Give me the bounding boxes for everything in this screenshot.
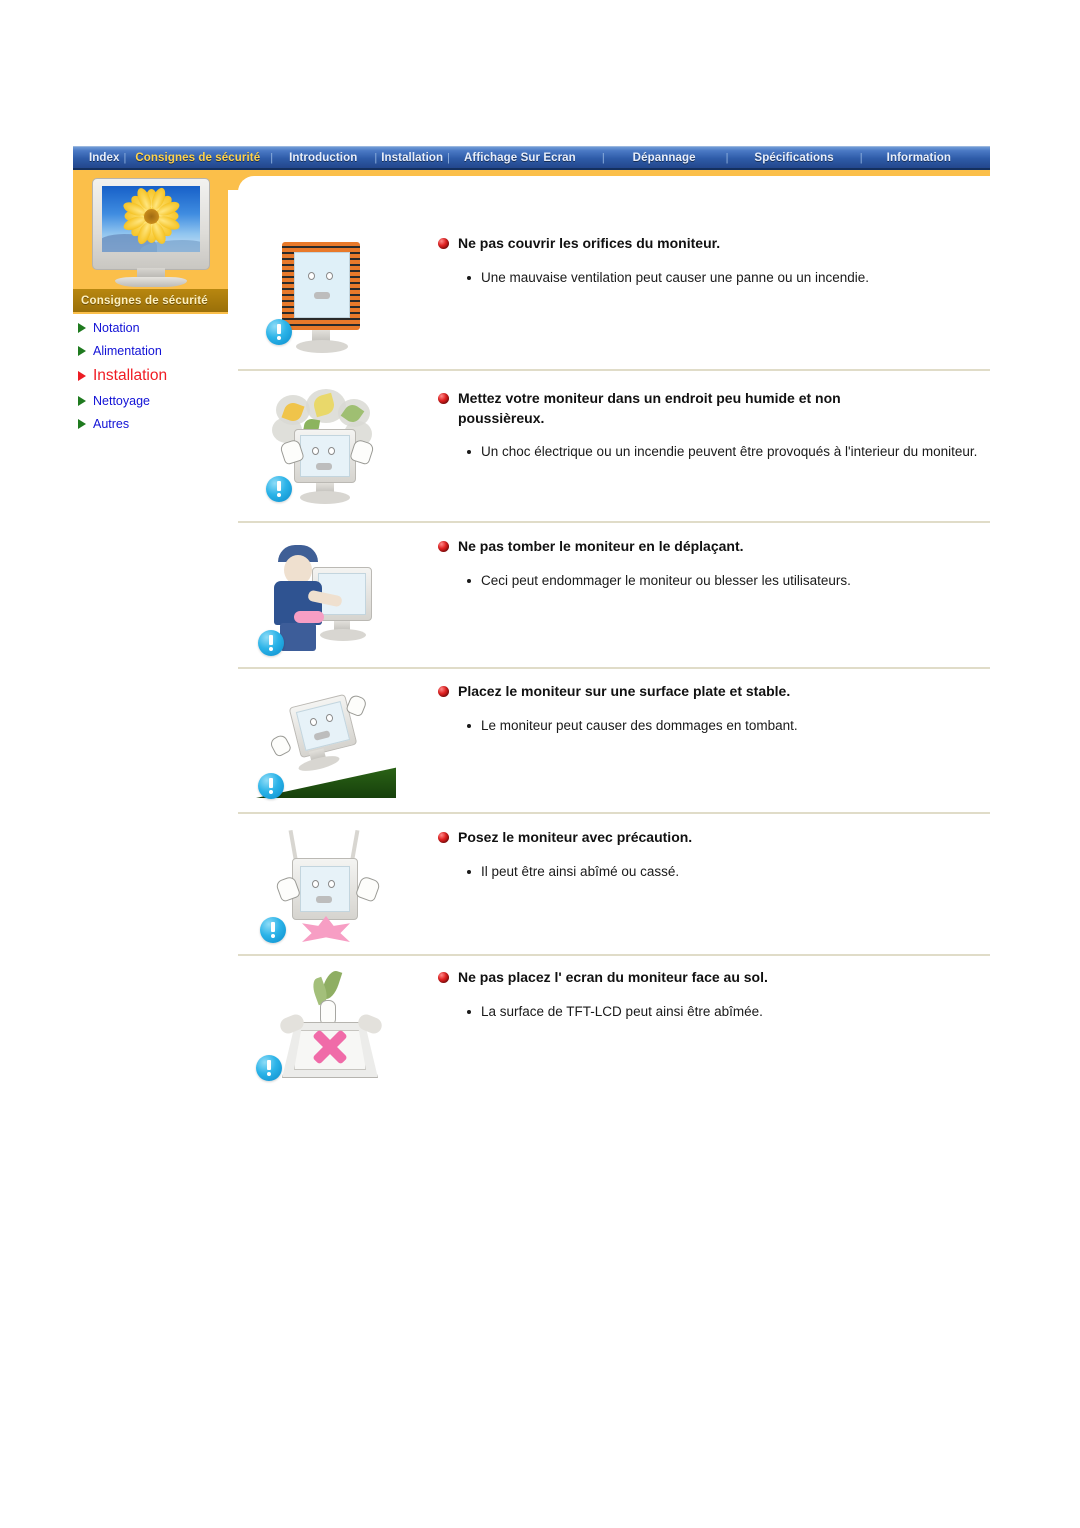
sidebar-monitor-thumbnail bbox=[84, 178, 218, 288]
triangle-bullet-icon bbox=[78, 322, 86, 333]
safety-section: Posez le moniteur avec précaution. Il pe… bbox=[238, 828, 990, 958]
red-ball-bullet-icon bbox=[438, 393, 449, 404]
nav-separator: | bbox=[859, 151, 863, 164]
section-divider bbox=[238, 954, 990, 956]
monitor-base bbox=[115, 277, 187, 287]
section-heading: Ne pas couvrir les orifices du moniteur. bbox=[438, 234, 986, 254]
nav-separator: | bbox=[270, 151, 274, 164]
section-heading: Ne pas placez l' ecran du moniteur face … bbox=[438, 968, 986, 988]
section-bullet: Une mauvaise ventilation peut causer une… bbox=[438, 268, 986, 288]
section-bullet: Ceci peut endommager le moniteur ou bles… bbox=[438, 571, 986, 591]
safety-section: Ne pas placez l' ecran du moniteur face … bbox=[238, 968, 990, 1098]
sidebar-item-label: Notation bbox=[93, 320, 140, 335]
triangle-bullet-icon bbox=[78, 395, 86, 406]
warning-exclamation-icon bbox=[260, 917, 286, 943]
section-divider bbox=[238, 369, 990, 371]
warning-exclamation-icon bbox=[256, 1055, 282, 1081]
triangle-bullet-icon bbox=[78, 418, 86, 429]
monitor-face-down-x-icon bbox=[248, 968, 408, 1093]
dot-bullet-icon bbox=[467, 869, 471, 874]
warning-exclamation-icon bbox=[266, 319, 292, 345]
monitor-with-vents-icon bbox=[248, 234, 408, 359]
dusty-monitor-icon bbox=[248, 389, 408, 514]
sunflower-icon bbox=[121, 186, 181, 247]
dot-bullet-icon bbox=[467, 275, 471, 280]
red-ball-bullet-icon bbox=[438, 238, 449, 249]
nav-item-installation[interactable]: Installation bbox=[379, 152, 445, 164]
section-body: Posez le moniteur avec précaution. Il pe… bbox=[438, 828, 986, 881]
red-ball-bullet-icon bbox=[438, 686, 449, 697]
sidebar-item-label: Alimentation bbox=[93, 343, 162, 358]
warning-exclamation-icon bbox=[266, 476, 292, 502]
sidebar-item-label: Autres bbox=[93, 416, 130, 431]
section-heading: Mettez votre moniteur dans un endroit pe… bbox=[438, 389, 986, 428]
monitor-bezel bbox=[92, 178, 210, 270]
warning-exclamation-icon bbox=[258, 773, 284, 799]
section-bullet: Il peut être ainsi abîmé ou cassé. bbox=[438, 862, 986, 882]
monitor-on-slope-icon bbox=[248, 682, 408, 807]
section-heading: Posez le moniteur avec précaution. bbox=[438, 828, 986, 848]
nav-item-affichage-sur-ecran[interactable]: Affichage Sur Ecran bbox=[462, 152, 578, 164]
section-body: Ne pas tomber le moniteur en le déplaçan… bbox=[438, 537, 986, 590]
sidebar-item-alimentation[interactable]: Alimentation bbox=[73, 339, 233, 362]
red-ball-bullet-icon bbox=[438, 541, 449, 552]
section-body: Ne pas couvrir les orifices du moniteur.… bbox=[438, 234, 986, 287]
person-carrying-monitor-icon bbox=[248, 537, 408, 662]
nav-separator: | bbox=[123, 151, 127, 164]
nav-separator: | bbox=[374, 151, 378, 164]
nav-separator: | bbox=[447, 151, 450, 164]
red-ball-bullet-icon bbox=[438, 832, 449, 843]
nav-item-consignes-de-securite[interactable]: Consignes de sécurité bbox=[133, 152, 262, 164]
sidebar-menu: Notation Alimentation Installation Netto… bbox=[73, 316, 233, 435]
red-ball-bullet-icon bbox=[438, 972, 449, 983]
dot-bullet-icon bbox=[467, 723, 471, 728]
monitor-dropped-icon bbox=[248, 828, 408, 953]
nav-item-specifications[interactable]: Spécifications bbox=[752, 152, 835, 164]
dot-bullet-icon bbox=[467, 1009, 471, 1014]
top-navigation-bar: Index | Consignes de sécurité | Introduc… bbox=[73, 146, 990, 170]
sunflower-core bbox=[143, 208, 159, 224]
section-bullet: Un choc électrique ou un incendie peuven… bbox=[438, 442, 986, 462]
nav-item-information[interactable]: Information bbox=[885, 152, 953, 164]
section-divider bbox=[238, 667, 990, 669]
document-page: Index | Consignes de sécurité | Introduc… bbox=[0, 0, 1080, 1528]
section-body: Ne pas placez l' ecran du moniteur face … bbox=[438, 968, 986, 1021]
triangle-bullet-icon bbox=[78, 345, 86, 356]
sidebar-item-label: Installation bbox=[93, 366, 168, 384]
section-bullet: La surface de TFT-LCD peut ainsi être ab… bbox=[438, 1002, 986, 1022]
safety-section: Ne pas tomber le moniteur en le déplaçan… bbox=[238, 537, 990, 667]
sidebar-item-installation[interactable]: Installation bbox=[73, 362, 233, 389]
safety-section: Ne pas couvrir les orifices du moniteur.… bbox=[238, 234, 990, 364]
safety-section: Mettez votre moniteur dans un endroit pe… bbox=[238, 389, 990, 519]
section-bullet: Le moniteur peut causer des dommages en … bbox=[438, 716, 986, 736]
sidebar-item-label: Nettoyage bbox=[93, 393, 150, 408]
sidebar-section-title: Consignes de sécurité bbox=[73, 289, 228, 312]
safety-section: Placez le moniteur sur une surface plate… bbox=[238, 682, 990, 812]
dot-bullet-icon bbox=[467, 450, 471, 455]
sidebar-item-nettoyage[interactable]: Nettoyage bbox=[73, 389, 233, 412]
warning-exclamation-icon bbox=[258, 630, 284, 656]
section-divider bbox=[238, 521, 990, 523]
sidebar-item-notation[interactable]: Notation bbox=[73, 316, 233, 339]
nav-item-depannage[interactable]: Dépannage bbox=[631, 152, 698, 164]
triangle-bullet-icon bbox=[78, 370, 86, 381]
nav-separator: | bbox=[725, 151, 729, 164]
section-body: Placez le moniteur sur une surface plate… bbox=[438, 682, 986, 735]
section-heading: Ne pas tomber le moniteur en le déplaçan… bbox=[438, 537, 986, 557]
dot-bullet-icon bbox=[467, 578, 471, 583]
nav-item-index[interactable]: Index bbox=[87, 152, 122, 164]
section-body: Mettez votre moniteur dans un endroit pe… bbox=[438, 389, 986, 462]
monitor-screen bbox=[102, 186, 200, 252]
sidebar-item-autres[interactable]: Autres bbox=[73, 412, 233, 435]
nav-separator: | bbox=[601, 151, 605, 164]
nav-item-introduction[interactable]: Introduction bbox=[287, 152, 359, 164]
section-heading: Placez le moniteur sur une surface plate… bbox=[438, 682, 986, 702]
section-divider bbox=[238, 812, 990, 814]
